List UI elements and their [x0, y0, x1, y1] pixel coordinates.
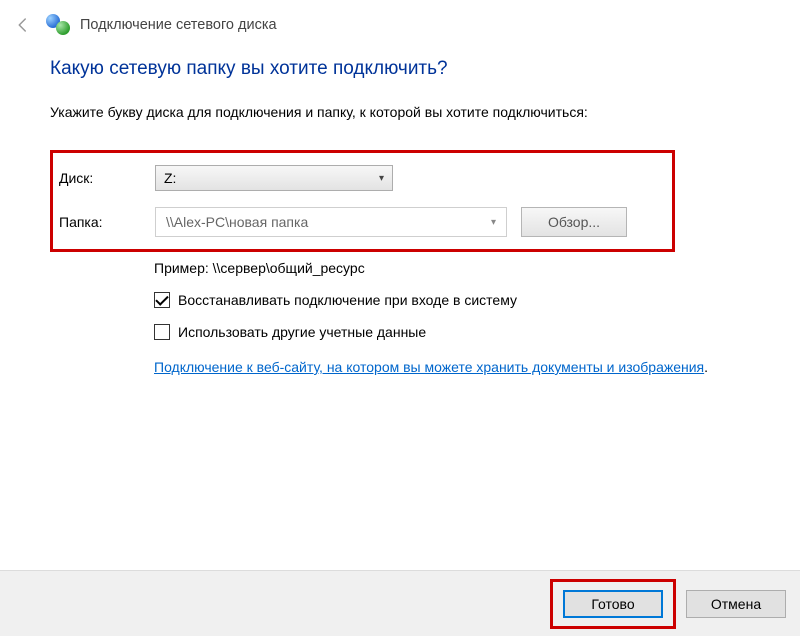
drive-folder-group: Диск: Z: ▾ Папка: \\Alex-PC\новая папка …	[50, 150, 675, 252]
content-area: Какую сетевую папку вы хотите подключить…	[0, 58, 800, 378]
browse-button[interactable]: Обзор...	[521, 207, 627, 237]
disk-row: Диск: Z: ▾	[59, 165, 664, 191]
back-button[interactable]	[10, 12, 36, 38]
folder-value: \\Alex-PC\новая папка	[166, 214, 308, 230]
credentials-checkbox-row[interactable]: Использовать другие учетные данные	[154, 324, 710, 340]
disk-label: Диск:	[59, 170, 155, 186]
finish-highlight: Готово	[550, 579, 676, 629]
reconnect-label: Восстанавливать подключение при входе в …	[178, 292, 517, 308]
footer-bar: Готово Отмена	[0, 570, 800, 636]
link-period: .	[704, 359, 708, 375]
website-link-row: Подключение к веб-сайту, на котором вы м…	[154, 356, 710, 378]
chevron-down-icon: ▾	[491, 217, 496, 228]
instruction-text: Укажите букву диска для подключения и па…	[50, 104, 750, 120]
cancel-button[interactable]: Отмена	[686, 590, 786, 618]
example-text: Пример: \\сервер\общий_ресурс	[154, 260, 710, 276]
credentials-label: Использовать другие учетные данные	[178, 324, 426, 340]
chevron-down-icon: ▾	[379, 173, 384, 184]
folder-row: Папка: \\Alex-PC\новая папка ▾ Обзор...	[59, 207, 664, 237]
folder-combobox[interactable]: \\Alex-PC\новая папка ▾	[155, 207, 507, 237]
reconnect-checkbox[interactable]	[154, 292, 170, 308]
window-title: Подключение сетевого диска	[80, 17, 277, 33]
reconnect-checkbox-row[interactable]: Восстанавливать подключение при входе в …	[154, 292, 710, 308]
titlebar: Подключение сетевого диска	[0, 0, 800, 58]
finish-button[interactable]: Готово	[563, 590, 663, 618]
options-area: Пример: \\сервер\общий_ресурс Восстанавл…	[50, 260, 710, 378]
disk-select[interactable]: Z: ▾	[155, 165, 393, 191]
credentials-checkbox[interactable]	[154, 324, 170, 340]
website-link[interactable]: Подключение к веб-сайту, на котором вы м…	[154, 359, 704, 375]
network-drive-icon	[46, 14, 70, 36]
page-heading: Какую сетевую папку вы хотите подключить…	[50, 58, 750, 80]
arrow-left-icon	[14, 16, 32, 34]
folder-label: Папка:	[59, 214, 155, 230]
disk-value: Z:	[164, 170, 176, 186]
